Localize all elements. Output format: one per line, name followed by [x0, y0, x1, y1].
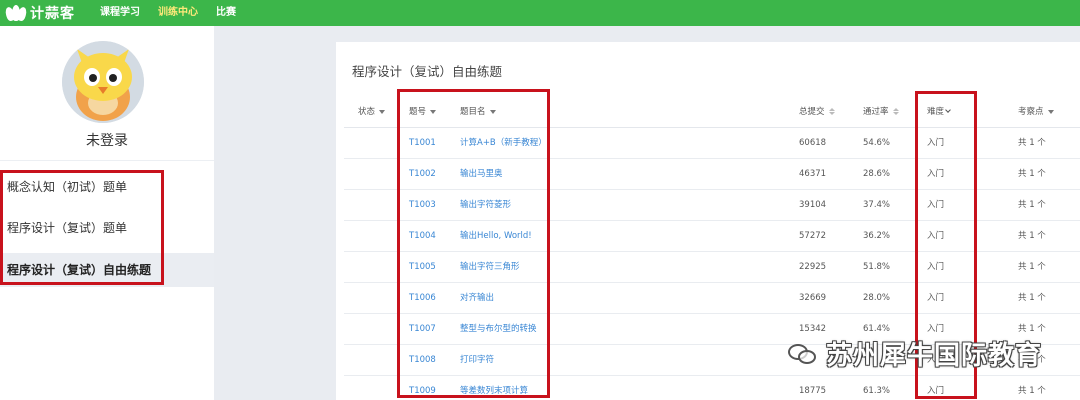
pass-rate: 61.3% [863, 386, 891, 396]
knowledge-points[interactable]: 共 1 个 [1018, 376, 1046, 400]
user-name[interactable]: 未登录 [0, 130, 214, 150]
caret-down-icon [379, 109, 386, 114]
submission-count: 46371 [799, 169, 827, 179]
submission-count: 57272 [799, 231, 827, 241]
nav-contest[interactable]: 比赛 [216, 0, 236, 26]
knowledge-points[interactable]: 共 1 个 [1018, 190, 1046, 221]
highlight-box-id-name-columns [397, 89, 550, 398]
col-status-header[interactable]: 状态 [358, 96, 386, 128]
submission-count: 22925 [799, 262, 827, 272]
pass-rate: 28.6% [863, 169, 891, 179]
pass-rate: 51.8% [863, 262, 891, 272]
sort-icon [828, 108, 835, 115]
pass-rate: 36.2% [863, 231, 891, 241]
knowledge-points[interactable]: 共 1 个 [1018, 252, 1046, 283]
col-pass-rate-header[interactable]: 通过率 [863, 96, 899, 128]
knowledge-points[interactable]: 共 1 个 [1018, 221, 1046, 252]
site-logo[interactable]: 计蒜客 [4, 3, 75, 23]
wechat-icon [788, 342, 818, 366]
col-points-header[interactable]: 考察点 [1018, 96, 1054, 128]
logo-text: 计蒜客 [30, 6, 75, 22]
nav-training-center[interactable]: 训练中心 [158, 0, 198, 26]
sort-icon [892, 108, 899, 115]
top-navbar: 计蒜客 课程学习 训练中心 比赛 [0, 0, 1080, 26]
page-title: 程序设计（复试）自由练题 [352, 64, 503, 79]
pass-rate: 28.0% [863, 293, 891, 303]
pass-rate: 37.4% [863, 200, 891, 210]
submission-count: 60618 [799, 138, 827, 148]
divider [0, 160, 214, 161]
col-submissions-header[interactable]: 总提交 [799, 96, 835, 128]
caret-down-icon [1047, 109, 1054, 114]
highlight-box-sidebar-menu [0, 170, 164, 285]
nav-course-study[interactable]: 课程学习 [100, 0, 140, 26]
knowledge-points[interactable]: 共 1 个 [1018, 283, 1046, 314]
pass-rate: 54.6% [863, 138, 891, 148]
watermark: 苏州犀牛国际教育 [788, 335, 1042, 372]
avatar[interactable] [62, 41, 144, 123]
garlic-logo-icon [4, 5, 28, 22]
watermark-text: 苏州犀牛国际教育 [826, 341, 1043, 371]
submission-count: 39104 [799, 200, 827, 210]
knowledge-points[interactable]: 共 1 个 [1018, 159, 1046, 190]
knowledge-points[interactable]: 共 1 个 [1018, 128, 1046, 159]
submission-count: 18775 [799, 386, 827, 396]
submission-count: 32669 [799, 293, 827, 303]
